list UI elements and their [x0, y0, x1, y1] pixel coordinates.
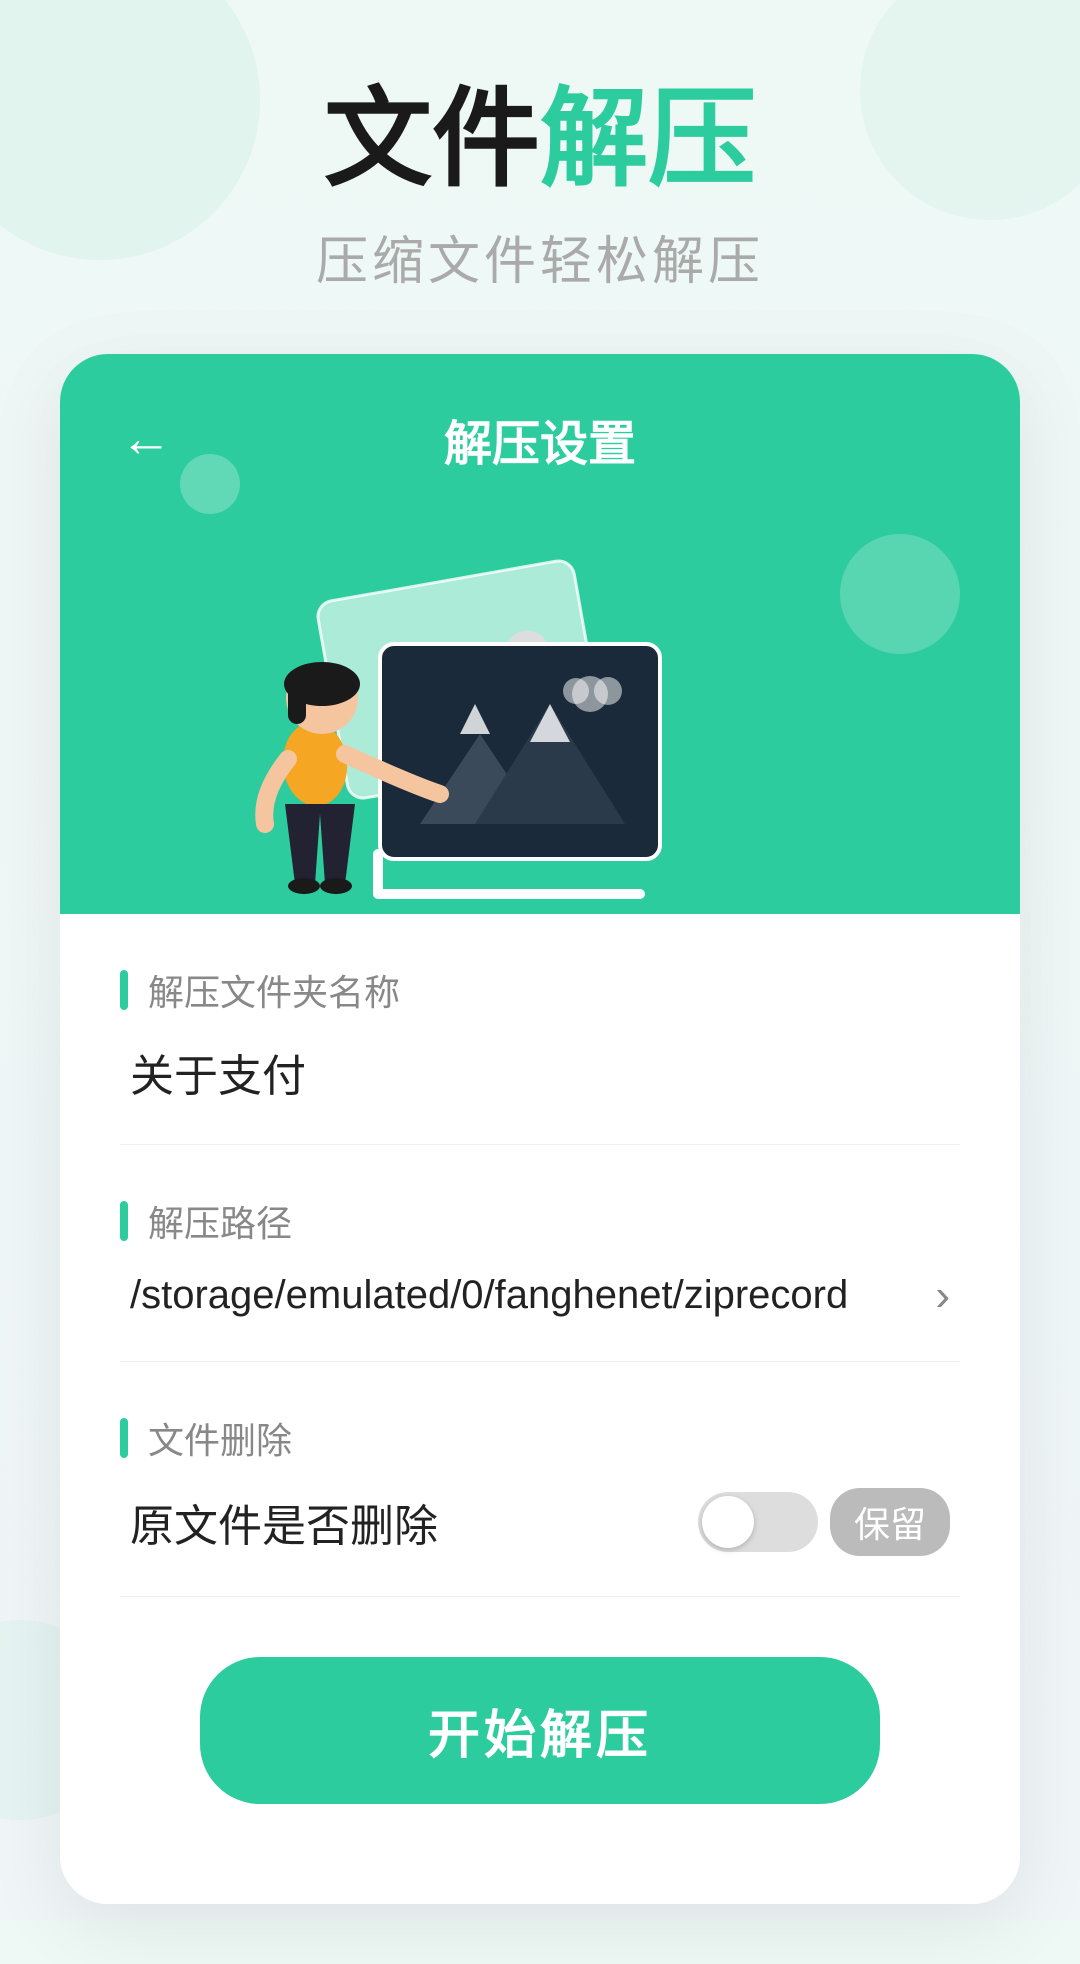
folder-name-label: 解压文件夹名称	[120, 964, 960, 1016]
card-body: 解压文件夹名称 关于支付 解压路径 /storage/emulated/0/fa…	[60, 914, 1020, 1904]
extract-path-value: /storage/emulated/0/fanghenet/ziprecord	[130, 1273, 848, 1318]
file-delete-section: 文件删除 原文件是否删除 保留	[120, 1362, 960, 1597]
main-card: ← 解压设置	[60, 354, 1020, 1904]
main-title-black: 文件	[324, 78, 540, 199]
card-header: ← 解压设置	[60, 354, 1020, 914]
folder-name-value: 关于支付	[120, 1040, 960, 1104]
start-button-wrap: 开始解压	[120, 1597, 960, 1844]
extract-path-row[interactable]: /storage/emulated/0/fanghenet/ziprecord …	[120, 1271, 960, 1321]
main-title-green: 解压	[540, 78, 756, 199]
toggle-label: 原文件是否删除	[130, 1490, 438, 1554]
main-title: 文件解压	[316, 80, 764, 199]
card-header-top: ← 解压设置	[60, 354, 1020, 474]
extract-path-label: 解压路径	[120, 1195, 960, 1247]
title-section: 文件解压 压缩文件轻松解压	[316, 80, 764, 294]
toggle-group[interactable]: 保留	[698, 1488, 950, 1556]
toggle-row: 原文件是否删除 保留	[120, 1488, 960, 1556]
subtitle: 压缩文件轻松解压	[316, 219, 764, 294]
back-button[interactable]: ←	[120, 409, 172, 469]
toggle-state-text: 保留	[830, 1488, 950, 1556]
page-content: 文件解压 压缩文件轻松解压 ← 解压设置	[0, 0, 1080, 1964]
extract-path-section[interactable]: 解压路径 /storage/emulated/0/fanghenet/zipre…	[120, 1145, 960, 1362]
start-button[interactable]: 开始解压	[200, 1657, 880, 1804]
file-delete-label: 文件删除	[120, 1412, 960, 1464]
illustration	[60, 454, 1020, 914]
folder-name-section: 解压文件夹名称 关于支付	[120, 914, 960, 1145]
toggle-switch[interactable]	[698, 1492, 818, 1552]
header-title: 解压设置	[192, 404, 888, 474]
chevron-right-icon: ›	[935, 1271, 950, 1321]
